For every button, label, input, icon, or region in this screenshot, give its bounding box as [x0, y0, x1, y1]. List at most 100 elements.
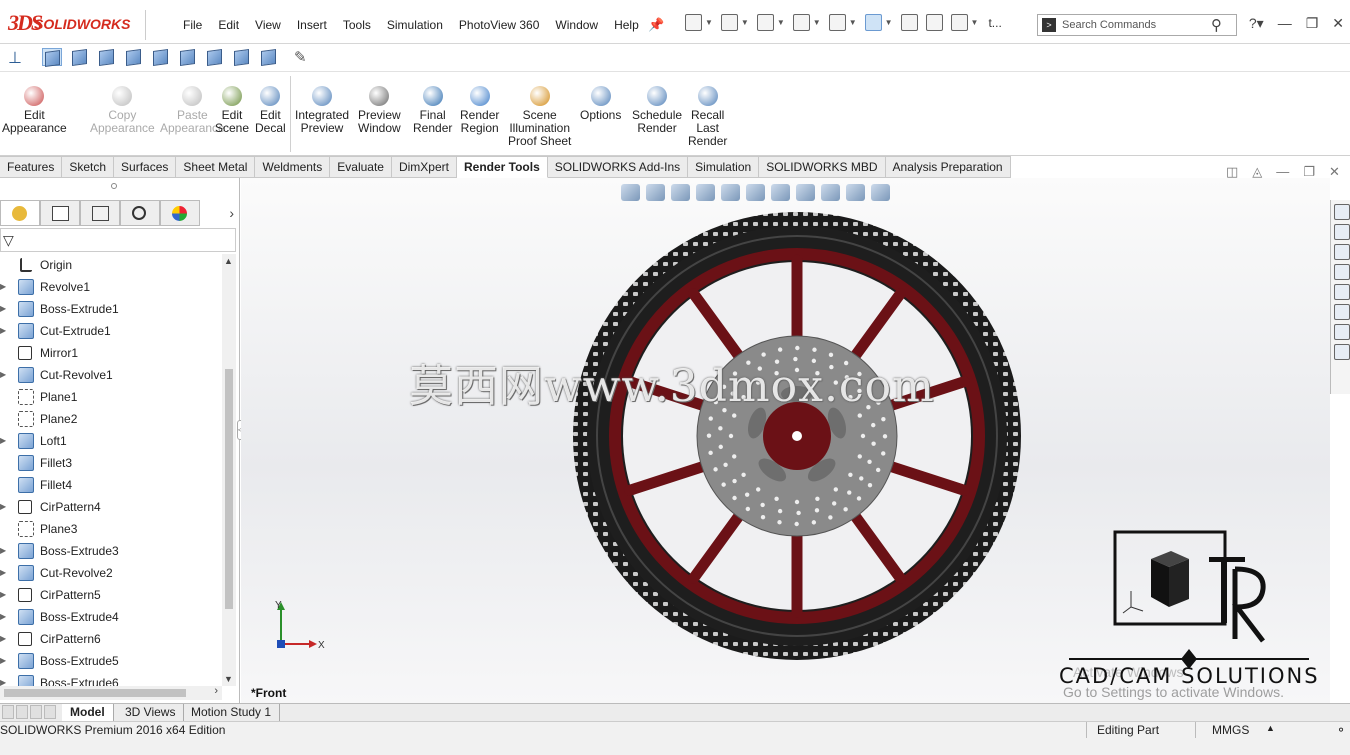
tree-item[interactable]: ▶ Boss-Extrude6 — [0, 672, 222, 686]
tab-display-manager[interactable] — [160, 200, 200, 226]
status-help-icon[interactable]: ⚬ — [1336, 723, 1346, 737]
tree-item[interactable]: ▶ CirPattern4 — [0, 496, 222, 518]
tab-surfaces[interactable]: Surfaces — [114, 156, 177, 178]
file-explorer-icon[interactable] — [1334, 244, 1350, 260]
edit-decal-button[interactable]: Edit Decal — [255, 86, 286, 135]
top-view-icon[interactable] — [178, 48, 198, 67]
graphics-area[interactable]: 莫西网www.3dmox.com Y X *Front Activate Win… — [241, 178, 1330, 703]
dynamic-annotation-icon[interactable] — [721, 184, 740, 201]
expand-arrow-icon[interactable]: ▶ — [0, 628, 6, 650]
scroll-right-icon[interactable]: › — [214, 685, 218, 697]
menu-item-edit[interactable]: Edit — [210, 18, 247, 32]
expand-arrow-icon[interactable]: ▶ — [0, 606, 6, 628]
select-dropdown-icon[interactable]: ▼ — [885, 18, 893, 27]
units-selector[interactable]: MMGS — [1212, 723, 1249, 737]
tab-evaluate[interactable]: Evaluate — [330, 156, 392, 178]
tab-property-manager[interactable] — [40, 200, 80, 226]
save-dropdown-icon[interactable]: ▼ — [777, 18, 785, 27]
doc-close-icon[interactable]: ✕ — [1329, 164, 1340, 180]
copy-appearance-button[interactable]: Copy Appearance — [90, 86, 155, 135]
scroll-down-icon[interactable]: ▼ — [224, 674, 233, 684]
tab-dimxpert[interactable]: DimXpert — [391, 156, 457, 178]
scroll-up-icon[interactable]: ▲ — [224, 256, 233, 266]
menu-item-view[interactable]: View — [247, 18, 289, 32]
custom-properties-icon[interactable] — [1334, 304, 1350, 320]
tab-sketch[interactable]: Sketch — [62, 156, 115, 178]
tree-item[interactable]: ▶ Boss-Extrude3 — [0, 540, 222, 562]
doc-restore-icon[interactable]: ❐ — [1303, 164, 1315, 180]
menu-item-help[interactable]: Help — [606, 18, 647, 32]
expand-arrow-icon[interactable]: ▶ — [0, 320, 6, 342]
solidworks-resources-icon[interactable] — [1334, 204, 1350, 220]
options-gear-icon[interactable] — [950, 14, 968, 31]
integrated-preview-button[interactable]: Integrated Preview — [295, 86, 349, 135]
undo-dropdown-icon[interactable]: ▼ — [849, 18, 857, 27]
previous-view-icon[interactable] — [671, 184, 690, 201]
isometric-view-icon[interactable] — [42, 48, 62, 68]
open-folder-icon[interactable] — [720, 14, 738, 31]
appearances-scenes-icon[interactable] — [1334, 284, 1350, 300]
back-view-icon[interactable] — [97, 48, 117, 67]
final-render-button[interactable]: Final Render — [413, 86, 452, 135]
tree-item[interactable]: ▶ Boss-Extrude5 — [0, 650, 222, 672]
bottom-view-icon[interactable] — [205, 48, 225, 67]
panel-handle-icon[interactable] — [111, 183, 117, 189]
view-tile-icon[interactable]: ◬ — [1252, 164, 1262, 180]
expand-arrow-icon[interactable]: ▶ — [0, 650, 6, 672]
file-properties-icon[interactable] — [925, 14, 943, 31]
tree-item[interactable]: Plane2 — [0, 408, 222, 430]
view-selector-icon[interactable]: ✎ — [294, 48, 314, 66]
tree-item[interactable]: ▶ Boss-Extrude1 — [0, 298, 222, 320]
tab-configuration-manager[interactable] — [80, 200, 120, 226]
wheel-model[interactable] — [571, 210, 1023, 662]
tab-render-tools[interactable]: Render Tools — [456, 156, 548, 178]
close-window-icon[interactable]: ✕ — [1332, 15, 1344, 32]
scroll-thumb[interactable] — [225, 369, 233, 609]
expand-arrow-icon[interactable]: ▶ — [0, 672, 6, 686]
menu-item-photoview-360[interactable]: PhotoView 360 — [451, 18, 548, 32]
search-commands-box[interactable]: > Search Commands ⚲ — [1037, 14, 1237, 36]
tree-item[interactable]: ▶ CirPattern6 — [0, 628, 222, 650]
print-icon[interactable] — [792, 14, 810, 31]
search-icon[interactable]: ⚲ — [1211, 16, 1222, 34]
solidworks-forum-icon[interactable] — [1334, 324, 1350, 340]
tab-solidworks-add-ins[interactable]: SOLIDWORKS Add-Ins — [547, 156, 689, 178]
tree-item[interactable]: ▶ Cut-Revolve1 — [0, 364, 222, 386]
bottom-tab-3d-views[interactable]: 3D Views — [117, 704, 185, 721]
menu-item-insert[interactable]: Insert — [289, 18, 335, 32]
display-style-icon[interactable] — [771, 184, 790, 201]
edit-scene-button[interactable]: Edit Scene — [215, 86, 249, 135]
view-settings-icon[interactable] — [871, 184, 890, 201]
edit-appearance-hud-icon[interactable] — [821, 184, 840, 201]
menu-item-file[interactable]: File — [175, 18, 210, 32]
select-cursor-icon[interactable] — [864, 14, 882, 31]
expand-arrow-icon[interactable]: ▶ — [0, 562, 6, 584]
options-button[interactable]: Options — [580, 86, 621, 122]
search-commands-input[interactable]: Search Commands — [1062, 19, 1156, 31]
preview-window-button[interactable]: Preview Window — [358, 86, 401, 135]
new-dropdown-icon[interactable]: ▼ — [705, 18, 713, 27]
next-tab-icon[interactable] — [30, 705, 42, 719]
prev-tab-icon[interactable] — [16, 705, 28, 719]
dimetric-view-icon[interactable] — [259, 48, 279, 67]
expand-arrow-icon[interactable]: ▶ — [0, 298, 6, 320]
new-document-icon[interactable] — [685, 14, 702, 31]
restore-window-icon[interactable]: ❐ — [1306, 15, 1319, 32]
tree-item[interactable]: Fillet4 — [0, 474, 222, 496]
tab-dimxpert-manager[interactable] — [120, 200, 160, 226]
options-dropdown-icon[interactable]: ▼ — [971, 18, 979, 27]
design-library-icon[interactable] — [1334, 224, 1350, 240]
tab-weldments[interactable]: Weldments — [255, 156, 331, 178]
zoom-to-fit-icon[interactable] — [621, 184, 640, 201]
tree-item[interactable]: Plane3 — [0, 518, 222, 540]
zoom-to-area-icon[interactable] — [646, 184, 665, 201]
open-dropdown-icon[interactable]: ▼ — [741, 18, 749, 27]
rendering-queue-icon[interactable] — [1334, 344, 1350, 360]
tree-item[interactable]: ▶ Cut-Extrude1 — [0, 320, 222, 342]
tree-vertical-scrollbar[interactable]: ▲ ▼ — [222, 254, 236, 686]
left-view-icon[interactable] — [124, 48, 144, 67]
tree-item[interactable]: ▶ Revolve1 — [0, 276, 222, 298]
tree-filter[interactable]: ▽ — [0, 228, 236, 252]
tab-feature-manager[interactable] — [0, 200, 40, 226]
bottom-tab-model[interactable]: Model — [62, 704, 114, 721]
